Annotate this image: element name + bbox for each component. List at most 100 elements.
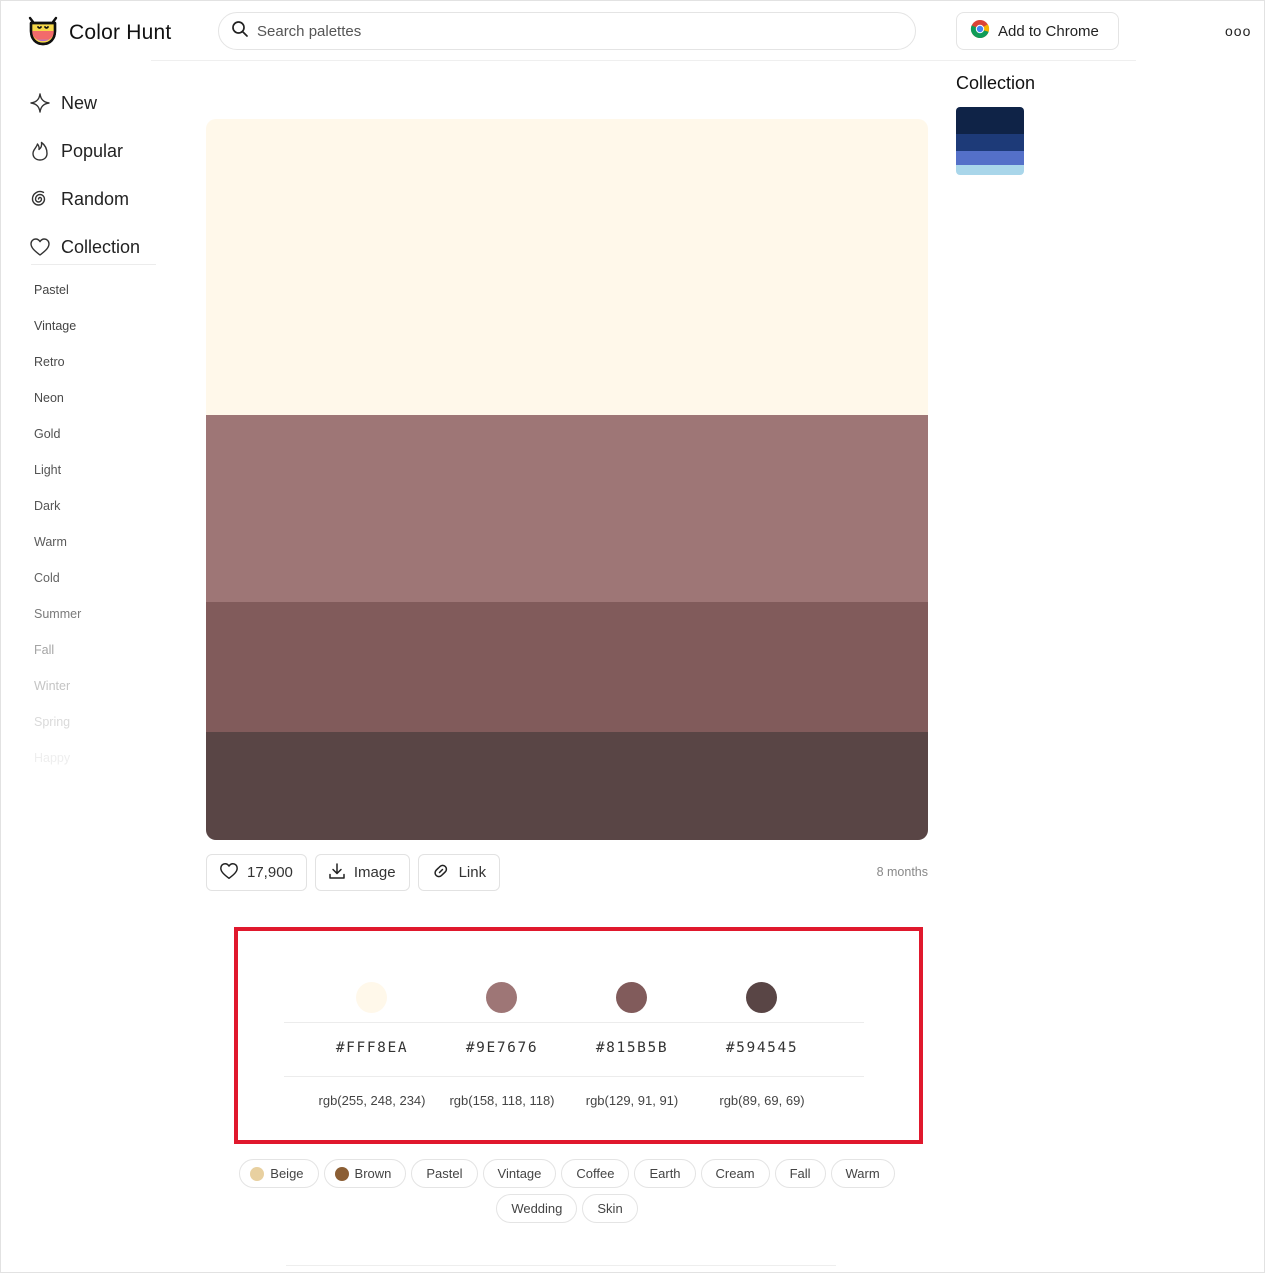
tag-chip-fall[interactable]: Fall	[774, 1159, 826, 1188]
tag-chip-label: Pastel	[426, 1166, 463, 1181]
tag-chip-cream[interactable]: Cream	[700, 1159, 770, 1188]
tag-chip-label: Vintage	[497, 1166, 542, 1181]
tag-chip-earth[interactable]: Earth	[634, 1159, 696, 1188]
app-title: Color Hunt	[69, 20, 172, 44]
add-to-chrome-label: Add to Chrome	[998, 22, 1099, 40]
tag-chip-vintage[interactable]: Vintage	[482, 1159, 557, 1188]
tag-chip-wedding[interactable]: Wedding	[496, 1194, 578, 1223]
color-dot-icon	[334, 1166, 349, 1181]
like-count: 17,900	[247, 864, 293, 881]
sidebar-tag-retro[interactable]: Retro	[34, 351, 81, 387]
copy-link-button[interactable]: Link	[417, 854, 501, 891]
nav-label-random: Random	[61, 188, 130, 209]
nav-item-popular[interactable]: Popular	[29, 127, 140, 175]
palette-tags: Beige Brown Pastel Vintage Coffee Earth Cream F…	[206, 1159, 928, 1223]
details-divider	[284, 1022, 864, 1023]
sidebar-tag-happy[interactable]: Happy	[34, 747, 81, 783]
tag-chip-label: Beige	[270, 1166, 304, 1181]
sidebar-tag-warm[interactable]: Warm	[34, 531, 81, 567]
tag-chip-label: Earth	[649, 1166, 681, 1181]
heart-icon	[219, 861, 239, 885]
download-image-button[interactable]: Image	[314, 854, 410, 891]
more-options-icon[interactable]: ooo	[1225, 23, 1251, 39]
color-swatch[interactable]	[356, 982, 387, 1013]
logo[interactable]: Color Hunt	[27, 13, 171, 52]
tag-chip-warm[interactable]: Warm	[830, 1159, 895, 1188]
color-details-highlight	[234, 927, 923, 1144]
sidebar-tag-fall[interactable]: Fall	[34, 639, 81, 675]
sidebar-divider	[31, 264, 156, 265]
sidebar-tag-winter[interactable]: Winter	[34, 675, 81, 711]
collection-color-stripe	[956, 151, 1024, 165]
collection-color-stripe	[956, 165, 1024, 175]
collection-palette-thumbnail[interactable]	[956, 107, 1024, 175]
tag-chip-label: Warm	[845, 1166, 880, 1181]
sidebar-tag-neon[interactable]: Neon	[34, 387, 81, 423]
palette-age: 8 months	[876, 865, 928, 879]
flame-icon	[29, 140, 51, 162]
sidebar-tag-vintage[interactable]: Vintage	[34, 315, 81, 351]
hex-code[interactable]: #9E7676	[432, 1040, 572, 1056]
collection-color-stripe	[956, 107, 1024, 134]
tag-chip-beige[interactable]: Beige	[239, 1159, 319, 1188]
image-label: Image	[353, 864, 396, 881]
sidebar-tag-spring[interactable]: Spring	[34, 711, 81, 747]
tag-chip-label: Wedding	[511, 1201, 563, 1216]
sidebar-tag-pastel[interactable]: Pastel	[34, 279, 81, 315]
nav-item-random[interactable]: Random	[29, 175, 140, 223]
details-divider	[284, 1076, 864, 1077]
collection-color-stripe	[956, 134, 1024, 151]
sidebar-tag-dark[interactable]: Dark	[34, 495, 81, 531]
palette-color-stripe[interactable]	[206, 119, 928, 415]
hex-code[interactable]: #594545	[692, 1040, 832, 1056]
palette-preview[interactable]	[206, 119, 928, 840]
tag-chip-coffee[interactable]: Coffee	[561, 1159, 630, 1188]
download-icon	[328, 862, 346, 884]
nav-item-new[interactable]: New	[29, 79, 140, 127]
color-swatch[interactable]	[746, 982, 777, 1013]
header-divider	[151, 60, 1136, 61]
tag-chip-label: Brown	[354, 1166, 392, 1181]
tag-chip-pastel[interactable]: Pastel	[411, 1159, 478, 1188]
color-hunt-logo-icon	[27, 13, 59, 52]
bottom-divider	[286, 1265, 836, 1266]
palette-actions: 17,900 Image Link	[206, 854, 501, 891]
add-to-chrome-button[interactable]: Add to Chrome	[956, 12, 1119, 50]
palette-color-stripe[interactable]	[206, 602, 928, 732]
search-bar[interactable]	[218, 12, 916, 50]
rgb-value[interactable]: rgb(255, 248, 234)	[297, 1093, 447, 1108]
sidebar-tag-light[interactable]: Light	[34, 459, 81, 495]
hex-code[interactable]: #815B5B	[562, 1040, 702, 1056]
diamond-icon	[29, 92, 51, 114]
like-button[interactable]: 17,900	[206, 854, 307, 891]
link-label: Link	[458, 864, 487, 881]
collection-title: Collection	[956, 73, 1036, 93]
tag-chip-skin[interactable]: Skin	[582, 1194, 638, 1223]
search-icon	[231, 20, 249, 43]
palette-color-stripe[interactable]	[206, 732, 928, 840]
nav-label-collection: Collection	[61, 236, 141, 257]
rgb-value[interactable]: rgb(158, 118, 118)	[427, 1093, 577, 1108]
sidebar-tag-cold[interactable]: Cold	[34, 567, 81, 603]
color-swatch[interactable]	[486, 982, 517, 1013]
tag-chip-label: Skin	[597, 1201, 623, 1216]
sidebar-tag-summer[interactable]: Summer	[34, 603, 81, 639]
sidebar-tag-gold[interactable]: Gold	[34, 423, 81, 459]
search-input[interactable]	[257, 22, 857, 40]
nav-label-popular: Popular	[61, 140, 124, 161]
tag-chip-label: Coffee	[576, 1166, 615, 1181]
heart-icon	[29, 236, 51, 258]
sidebar-tag-list: Pastel Vintage Retro Neon Gold Light Dark Warm C…	[34, 279, 81, 783]
rgb-value[interactable]: rgb(129, 91, 91)	[557, 1093, 707, 1108]
tag-chip-label: Cream	[715, 1166, 755, 1181]
hex-code[interactable]: #FFF8EA	[302, 1040, 442, 1056]
color-swatch[interactable]	[616, 982, 647, 1013]
spiral-icon	[29, 188, 51, 210]
tag-chip-brown[interactable]: Brown	[323, 1159, 407, 1188]
sidebar-nav: New Popular Random Collection	[29, 79, 140, 271]
link-icon	[431, 862, 451, 884]
rgb-value[interactable]: rgb(89, 69, 69)	[687, 1093, 837, 1108]
nav-label-new: New	[61, 92, 98, 113]
palette-color-stripe[interactable]	[206, 415, 928, 602]
tag-chip-label: Fall	[789, 1166, 811, 1181]
